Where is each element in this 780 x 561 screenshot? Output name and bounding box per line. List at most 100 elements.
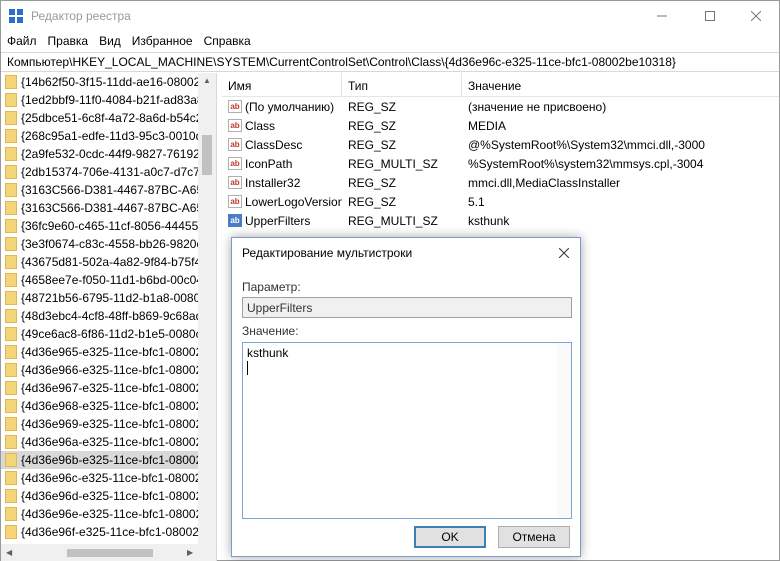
tree-item[interactable]: {2db15374-706e-4131-a0c7-d7c78eb0289a}: [1, 163, 198, 181]
value-scrollbar[interactable]: [557, 343, 571, 518]
value-row[interactable]: ab UpperFilters REG_MULTI_SZ ksthunk: [222, 211, 779, 230]
tree-item[interactable]: {48d3ebc4-4cf8-48ff-b869-9c68ad42eb9f}: [1, 307, 198, 325]
tree-horizontal-scroll-thumb[interactable]: [67, 549, 153, 557]
string-value-icon: ab: [228, 138, 242, 151]
tree-horizontal-scrollbar[interactable]: ◀ ▶: [1, 544, 216, 561]
column-header-type[interactable]: Тип: [342, 73, 462, 96]
folder-icon: [5, 183, 17, 197]
minimize-button[interactable]: [639, 1, 685, 31]
tree-item[interactable]: {2a9fe532-0cdc-44f9-9827-76192f2ca2fb}: [1, 145, 198, 163]
value-data: 5.1: [468, 194, 485, 209]
folder-icon: [5, 75, 17, 89]
value-name: Class: [245, 118, 276, 133]
tree-item-label: {14b62f50-3f15-11dd-ae16-0800200c9a66}: [21, 75, 198, 89]
tree-item-label: {48721b56-6795-11d2-b1a8-0080c72e74a2}: [21, 291, 198, 305]
value-row[interactable]: ab Class REG_SZ MEDIA: [222, 116, 779, 135]
folder-icon: [5, 273, 17, 287]
tree-item[interactable]: {3163C566-D381-4467-87BC-A65A18D5B649}: [1, 199, 198, 217]
registry-editor-window: Редактор реестра Файл Правка Вид Избранн…: [0, 0, 780, 561]
tree-item[interactable]: {43675d81-502a-4a82-9f84-b75f418c5dea}: [1, 253, 198, 271]
value-name: (По умолчанию): [245, 99, 335, 114]
folder-icon: [5, 435, 17, 449]
tree-item[interactable]: {3e3f0674-c83c-4558-bb26-9820e1eba5c5}: [1, 235, 198, 253]
scroll-left-arrow-icon[interactable]: ◀: [6, 548, 12, 557]
tree-vertical-scroll-thumb[interactable]: [202, 135, 212, 175]
folder-icon: [5, 453, 17, 467]
value-data: mmci.dll,MediaClassInstaller: [468, 175, 621, 190]
tree-item[interactable]: {4d36e96b-e325-11ce-bfc1-08002be10318}: [1, 451, 198, 469]
title-bar[interactable]: Редактор реестра: [1, 1, 779, 31]
cancel-button[interactable]: Отмена: [498, 526, 570, 548]
value-row[interactable]: ab IconPath REG_MULTI_SZ %SystemRoot%\syste…: [222, 154, 779, 173]
ok-button[interactable]: OK: [414, 526, 486, 548]
value-row[interactable]: ab (По умолчанию) REG_SZ (значение не присв…: [222, 97, 779, 116]
folder-icon: [5, 327, 17, 341]
tree-item[interactable]: {4d36e96d-e325-11ce-bfc1-08002be10318}: [1, 487, 198, 505]
tree-item-label: {4d36e96a-e325-11ce-bfc1-08002be10318}: [21, 435, 198, 449]
value-textarea[interactable]: ksthunk: [242, 342, 572, 519]
value-name: LowerLogoVersion: [245, 194, 342, 209]
menu-file[interactable]: Файл: [1, 34, 42, 48]
value-name: ClassDesc: [245, 137, 303, 152]
tree-item[interactable]: {14b62f50-3f15-11dd-ae16-0800200c9a66}: [1, 73, 198, 91]
scroll-right-arrow-icon[interactable]: ▶: [187, 548, 193, 557]
tree-item[interactable]: {4d36e966-e325-11ce-bfc1-08002be10318}: [1, 361, 198, 379]
tree-item-label: {268c95a1-edfe-11d3-95c3-0010dc4050a5}: [21, 129, 198, 143]
tree-item[interactable]: {4d36e96c-e325-11ce-bfc1-08002be10318}: [1, 469, 198, 487]
tree-item[interactable]: {4d36e965-e325-11ce-bfc1-08002be10318}: [1, 343, 198, 361]
value-data: MEDIA: [468, 118, 507, 133]
tree-item-label: {25dbce51-6c8f-4a72-8a6d-b54c2b4fc835}: [21, 111, 198, 125]
tree-item[interactable]: {25dbce51-6c8f-4a72-8a6d-b54c2b4fc835}: [1, 109, 198, 127]
folder-icon: [5, 309, 17, 323]
tree-item[interactable]: {4658ee7e-f050-11d1-b6bd-00c04fa372a7}: [1, 271, 198, 289]
value-row[interactable]: ab Installer32 REG_SZ mmci.dll,MediaClassIn…: [222, 173, 779, 192]
string-value-icon: ab: [228, 176, 242, 189]
column-header-data[interactable]: Значение: [462, 73, 779, 96]
tree-item[interactable]: {268c95a1-edfe-11d3-95c3-0010dc4050a5}: [1, 127, 198, 145]
string-value-icon: ab: [228, 195, 242, 208]
tree-item[interactable]: {4d36e96e-e325-11ce-bfc1-08002be10318}: [1, 505, 198, 523]
tree-item[interactable]: {4d36e968-e325-11ce-bfc1-08002be10318}: [1, 397, 198, 415]
value-name-cell: ab LowerLogoVersion: [222, 195, 342, 209]
value-label: Значение:: [242, 324, 299, 338]
tree-item[interactable]: {4d36e969-e325-11ce-bfc1-08002be10318}: [1, 415, 198, 433]
tree-item[interactable]: {4d36e96f-e325-11ce-bfc1-08002be10318}: [1, 523, 198, 541]
param-label: Параметр:: [242, 280, 301, 294]
key-tree: {14b62f50-3f15-11dd-ae16-0800200c9a66} {1…: [1, 73, 217, 561]
menu-edit[interactable]: Правка: [42, 34, 94, 48]
param-name-field: UpperFilters: [242, 297, 572, 318]
column-header-name[interactable]: Имя: [222, 73, 342, 96]
value-rows: ab (По умолчанию) REG_SZ (значение не присв…: [222, 97, 779, 230]
tree-item[interactable]: {49ce6ac8-6f86-11d2-b1e5-0080c72e74a2}: [1, 325, 198, 343]
tree-item[interactable]: {1ed2bbf9-11f0-4084-b21f-ad83a8e6dcdc}: [1, 91, 198, 109]
string-value-icon: ab: [228, 100, 242, 113]
folder-icon: [5, 489, 17, 503]
value-data: %SystemRoot%\system32\mmsys.cpl,-3004: [468, 156, 704, 171]
tree-item-label: {36fc9e60-c465-11cf-8056-444553540000}: [21, 219, 198, 233]
tree-vertical-scrollbar[interactable]: ▲: [198, 73, 216, 544]
menu-favorites[interactable]: Избранное: [126, 34, 198, 48]
tree-item-label: {49ce6ac8-6f86-11d2-b1e5-0080c72e74a2}: [21, 327, 198, 341]
tree-item[interactable]: {48721b56-6795-11d2-b1a8-0080c72e74a2}: [1, 289, 198, 307]
scroll-up-arrow-icon[interactable]: ▲: [203, 76, 211, 85]
value-row[interactable]: ab LowerLogoVersion REG_SZ 5.1: [222, 192, 779, 211]
address-bar[interactable]: Компьютер\HKEY_LOCAL_MACHINE\SYSTEM\Curr…: [1, 52, 779, 72]
tree-item[interactable]: {3163C566-D381-4467-87BC-A65A18D5B648}: [1, 181, 198, 199]
menu-help[interactable]: Справка: [198, 34, 256, 48]
tree-item[interactable]: {36fc9e60-c465-11cf-8056-444553540000}: [1, 217, 198, 235]
tree-item[interactable]: {4d36e967-e325-11ce-bfc1-08002be10318}: [1, 379, 198, 397]
value-type: REG_SZ: [348, 118, 397, 133]
menu-view[interactable]: Вид: [93, 34, 126, 48]
maximize-button[interactable]: [687, 1, 733, 31]
tree-item-label: {4d36e96d-e325-11ce-bfc1-08002be10318}: [21, 489, 198, 503]
value-name: UpperFilters: [245, 213, 311, 228]
dialog-close-button[interactable]: [552, 242, 576, 264]
close-button[interactable]: [733, 1, 779, 31]
folder-icon: [5, 291, 17, 305]
tree-item-label: {2a9fe532-0cdc-44f9-9827-76192f2ca2fb}: [21, 147, 198, 161]
tree-item-label: {4d36e967-e325-11ce-bfc1-08002be10318}: [21, 381, 198, 395]
tree-item[interactable]: {4d36e96a-e325-11ce-bfc1-08002be10318}: [1, 433, 198, 451]
value-row[interactable]: ab ClassDesc REG_SZ @%SystemRoot%\System32\…: [222, 135, 779, 154]
value-name: Installer32: [245, 175, 301, 190]
maximize-icon: [705, 11, 715, 21]
